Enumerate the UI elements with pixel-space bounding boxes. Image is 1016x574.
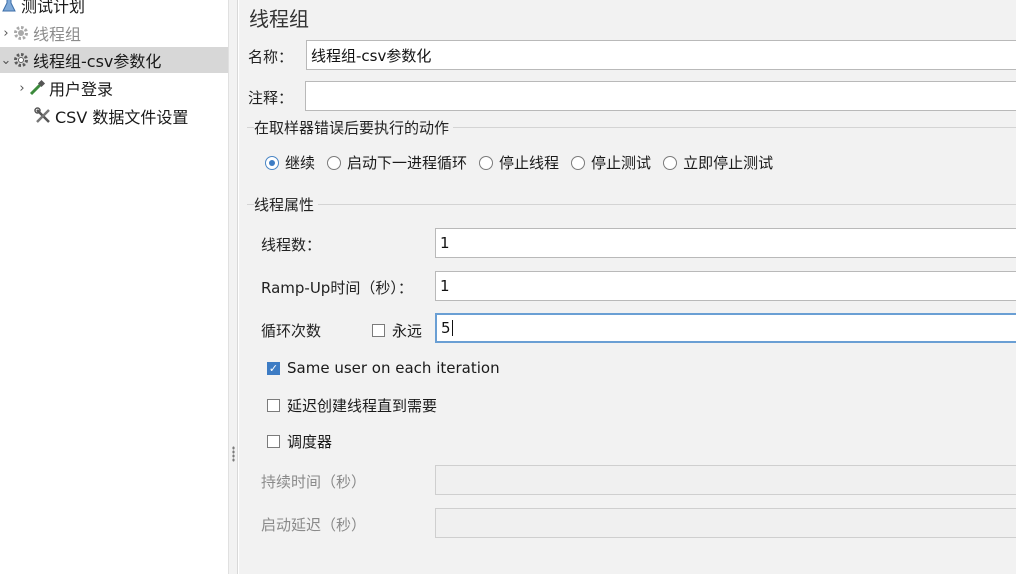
tree-item-thread-group-disabled[interactable]: › 线程组 xyxy=(0,20,81,46)
tree-item-label: 测试计划 xyxy=(21,0,86,16)
scheduler-label: 调度器 xyxy=(287,433,333,451)
rampup-field-value: 1 xyxy=(440,277,450,295)
delay-thread-creation-label: 延迟创建线程直到需要 xyxy=(287,397,438,415)
split-pane-divider[interactable] xyxy=(228,0,238,574)
forever-label: 永远 xyxy=(392,322,423,340)
checkbox-indicator[interactable] xyxy=(372,324,385,337)
gear-icon xyxy=(12,51,30,69)
divider xyxy=(247,204,1016,205)
thread-group-panel: 线程组 名称： 线程组-csv参数化 注释： 在取样器错误后要执行的动作 继续 … xyxy=(239,0,1016,574)
radio-stop-test[interactable]: 停止测试 xyxy=(571,152,651,173)
tree-item-label: CSV 数据文件设置 xyxy=(55,108,189,127)
loop-count-label: 循环次数 xyxy=(261,322,322,340)
error-action-radio-group: 继续 启动下一进程循环 停止线程 停止测试 立即停止测试 xyxy=(265,152,785,173)
radio-stop-thread[interactable]: 停止线程 xyxy=(479,152,559,173)
duration-label: 持续时间（秒） xyxy=(261,473,367,491)
chevron-down-icon[interactable]: ⌄ xyxy=(0,53,12,68)
gear-icon xyxy=(12,24,30,42)
radio-indicator[interactable] xyxy=(571,155,586,170)
radio-label: 启动下一进程循环 xyxy=(347,154,468,172)
checkbox-indicator[interactable] xyxy=(267,435,280,448)
rampup-label: Ramp-Up时间（秒）： xyxy=(261,279,413,297)
radio-continue[interactable]: 继续 xyxy=(265,152,315,173)
name-label: 名称： xyxy=(248,48,294,66)
radio-indicator[interactable] xyxy=(663,155,678,170)
comment-label: 注释： xyxy=(248,89,294,107)
radio-label: 立即停止测试 xyxy=(683,154,774,172)
pipette-icon xyxy=(28,79,46,97)
rampup-field[interactable]: 1 xyxy=(435,271,1016,301)
tools-icon xyxy=(34,107,52,125)
radio-label: 停止测试 xyxy=(591,154,652,172)
checkbox-indicator[interactable] xyxy=(267,399,280,412)
flask-icon xyxy=(0,0,18,14)
same-user-label: Same user on each iteration xyxy=(287,359,500,377)
radio-indicator[interactable] xyxy=(265,155,279,170)
radio-indicator[interactable] xyxy=(479,155,494,170)
tree-item-label: 用户登录 xyxy=(49,80,114,99)
threads-field-value: 1 xyxy=(440,234,450,252)
startup-delay-label: 启动延迟（秒） xyxy=(261,516,367,534)
name-field-value: 线程组-csv参数化 xyxy=(311,46,432,65)
tree-item-test-plan[interactable]: 测试计划 xyxy=(0,0,85,18)
name-field[interactable]: 线程组-csv参数化 xyxy=(306,40,1016,70)
radio-indicator[interactable] xyxy=(327,155,342,170)
tree-item-user-login[interactable]: › 用户登录 xyxy=(16,75,113,101)
delay-thread-creation-checkbox[interactable]: 延迟创建线程直到需要 xyxy=(267,395,437,416)
threads-label: 线程数： xyxy=(261,236,322,254)
comment-field[interactable] xyxy=(305,81,1016,111)
checkbox-checked-icon[interactable]: ✓ xyxy=(267,361,280,375)
threads-field[interactable]: 1 xyxy=(435,228,1016,258)
error-action-group-title: 在取样器错误后要执行的动作 xyxy=(254,117,454,138)
forever-checkbox[interactable]: 永远 xyxy=(372,320,422,341)
page-title: 线程组 xyxy=(249,7,309,31)
radio-label: 继续 xyxy=(285,154,316,172)
test-plan-tree: 测试计划 › 线程组 ⌄ 线程组-csv参数化 › 用户登录 CSV 数据文件设… xyxy=(0,0,228,574)
tree-item-label: 线程组-csv参数化 xyxy=(33,52,162,71)
startup-delay-field[interactable] xyxy=(435,508,1016,538)
drag-handle-icon[interactable] xyxy=(232,446,235,462)
tree-item-label: 线程组 xyxy=(33,25,82,44)
radio-start-next-loop[interactable]: 启动下一进程循环 xyxy=(327,152,467,173)
tree-item-thread-group-csv[interactable]: ⌄ 线程组-csv参数化 xyxy=(0,47,228,73)
chevron-right-icon[interactable]: › xyxy=(16,81,28,96)
chevron-right-icon[interactable]: › xyxy=(0,26,12,41)
radio-label: 停止线程 xyxy=(499,154,560,172)
radio-stop-test-now[interactable]: 立即停止测试 xyxy=(663,152,773,173)
text-caret xyxy=(451,320,453,336)
same-user-checkbox[interactable]: ✓ Same user on each iteration xyxy=(267,359,500,377)
thread-properties-group-title: 线程属性 xyxy=(254,194,319,215)
tree-item-csv-config[interactable]: CSV 数据文件设置 xyxy=(34,103,188,129)
scheduler-checkbox[interactable]: 调度器 xyxy=(267,431,332,452)
loop-count-field[interactable]: 5 xyxy=(435,313,1016,343)
loop-count-field-value: 5 xyxy=(441,319,451,337)
duration-field[interactable] xyxy=(435,465,1016,495)
